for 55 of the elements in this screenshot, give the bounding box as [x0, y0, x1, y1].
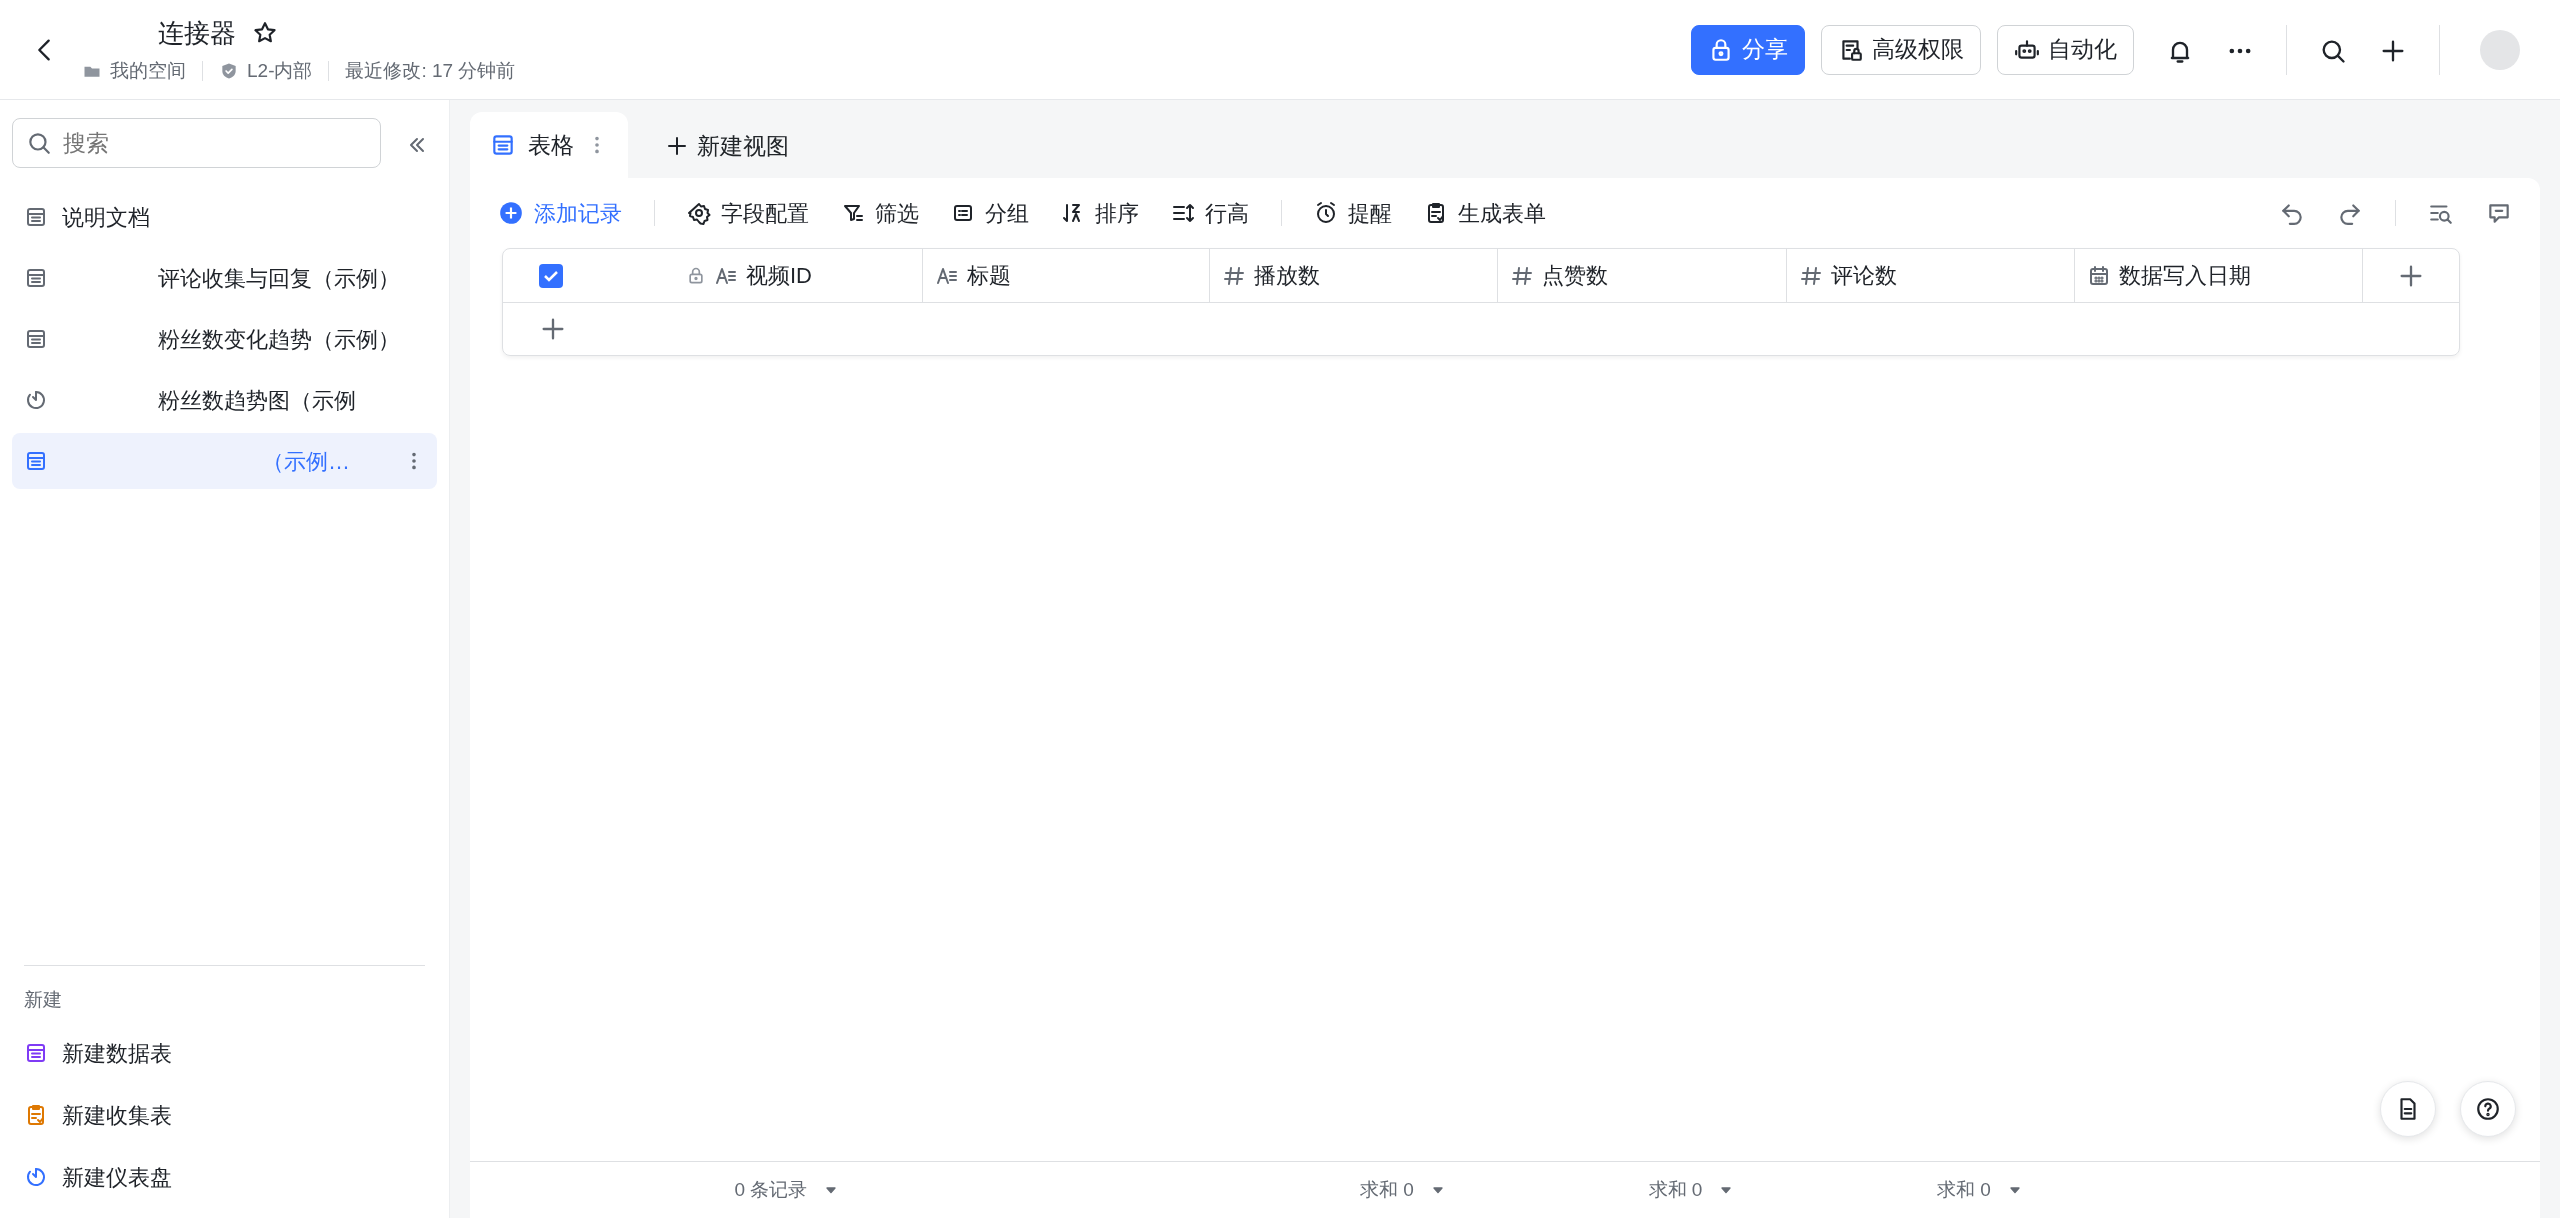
toolbar-button[interactable]: 排序: [1061, 196, 1139, 230]
toolbar-button[interactable]: 分组: [951, 196, 1029, 230]
checkbox[interactable]: [539, 263, 563, 288]
sidebar-item[interactable]: 评论收集与回复（示例）: [12, 250, 437, 306]
create-item[interactable]: 新建收集表: [12, 1084, 425, 1146]
table-icon: [24, 205, 48, 229]
section-label: 新建: [24, 987, 63, 1012]
sidebar-item[interactable]: 粉丝数趋势图（示例: [12, 372, 437, 428]
table-icon: [490, 132, 516, 158]
add-record-button[interactable]: 添加记录: [498, 196, 622, 230]
toolbar-button[interactable]: 筛选: [841, 196, 919, 230]
column-header[interactable]: 标题: [923, 249, 1210, 303]
toolbar-button[interactable]: 行高: [1171, 196, 1249, 230]
toolbar-button[interactable]: 字段配置: [687, 196, 809, 230]
dashboard-icon: [24, 1165, 48, 1189]
view-tab[interactable]: 表格: [470, 112, 628, 178]
automation-button[interactable]: 自动化: [1997, 24, 2134, 75]
summary-dropdown[interactable]: 求和 0: [1937, 1175, 2023, 1205]
column-header[interactable]: 数据写入日期: [2075, 249, 2363, 303]
help-button[interactable]: [2460, 1081, 2516, 1137]
share-button[interactable]: 分享: [1691, 24, 1805, 75]
summary-dropdown[interactable]: 求和 0: [1648, 1175, 1735, 1205]
table-icon: [24, 266, 48, 290]
dashboard-icon: [24, 388, 48, 412]
calendar-icon: [2087, 263, 2111, 288]
shield-icon: [219, 61, 239, 81]
table-icon: [24, 1041, 48, 1065]
sidebar-item[interactable]: 说明文档: [12, 189, 437, 245]
gear-icon: [687, 201, 711, 225]
document-title: 连接器: [158, 16, 236, 50]
search-field[interactable]: 搜索: [12, 118, 381, 168]
security-level[interactable]: L2-内部: [247, 56, 313, 86]
column-header[interactable]: 播放数: [1210, 249, 1498, 303]
row-height-icon: [1171, 201, 1195, 225]
create-item[interactable]: 新建数据表: [12, 1022, 425, 1084]
notes-button[interactable]: [2380, 1081, 2436, 1137]
location-link[interactable]: 我的空间: [110, 56, 186, 86]
column-header[interactable]: 视频ID: [503, 249, 923, 303]
create-item[interactable]: 新建仪表盘: [12, 1146, 425, 1208]
table-icon: [24, 449, 48, 473]
column-header[interactable]: 点赞数: [1498, 249, 1787, 303]
permissions-button[interactable]: 高级权限: [1821, 24, 1981, 75]
alarm-clock-icon: [1314, 201, 1338, 225]
sidebar-item[interactable]: 粉丝数变化趋势（示例）: [12, 311, 437, 367]
column-header[interactable]: 评论数: [1787, 249, 2075, 303]
sidebar-item[interactable]: （示例…: [12, 433, 437, 489]
toolbar-button[interactable]: 生成表单: [1424, 196, 1546, 230]
plus-circle-icon: [498, 200, 524, 226]
summary-dropdown[interactable]: 求和 0: [1360, 1175, 1446, 1205]
help-icon: [2475, 1096, 2501, 1122]
new-view-button[interactable]: 新建视图: [652, 121, 802, 170]
last-modified: 最近修改: 17 分钟前: [345, 58, 516, 83]
toolbar-button[interactable]: 提醒: [1314, 196, 1392, 230]
summary-dropdown[interactable]: 0 条记录: [734, 1175, 840, 1205]
table-icon: [24, 327, 48, 351]
